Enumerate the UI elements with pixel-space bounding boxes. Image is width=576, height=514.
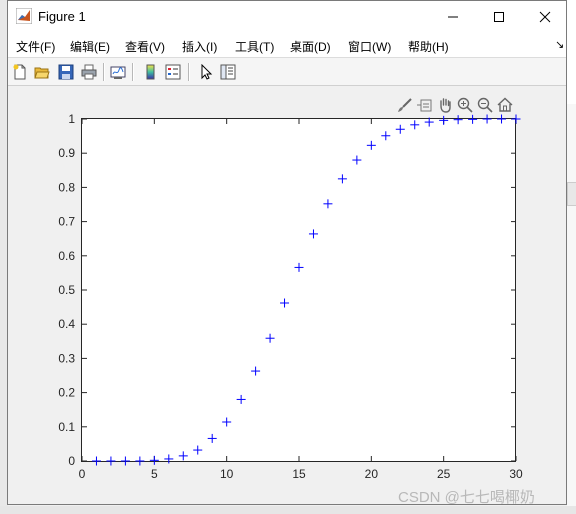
edit-plot-button[interactable] bbox=[196, 62, 216, 82]
menu-edit[interactable]: 编辑(E) bbox=[70, 38, 110, 55]
legend-button[interactable] bbox=[163, 62, 183, 82]
watermark-text: CSDN @七七喝椰奶 bbox=[398, 489, 535, 505]
toolbar-separator bbox=[103, 63, 105, 81]
maximize-button[interactable] bbox=[476, 1, 522, 32]
close-button[interactable] bbox=[522, 1, 566, 32]
toolbar-separator bbox=[188, 63, 190, 81]
property-inspector-icon bbox=[220, 64, 236, 80]
print-button[interactable] bbox=[79, 62, 99, 82]
menu-file[interactable]: 文件(F) bbox=[16, 38, 55, 55]
menu-insert[interactable]: 插入(I) bbox=[182, 38, 217, 55]
toolbar-separator bbox=[132, 63, 134, 81]
new-figure-button[interactable] bbox=[10, 62, 30, 82]
figure-toolbar bbox=[8, 57, 566, 86]
figure-window: Figure 1 文件(F) 编辑(E) 查看(V) 插入(I) 工具(T) 桌… bbox=[7, 0, 567, 505]
save-icon bbox=[58, 64, 74, 80]
y-tick-label: 0.5 bbox=[58, 283, 75, 297]
background-app-right bbox=[567, 0, 576, 514]
close-icon bbox=[539, 11, 551, 22]
y-tick-label: 0.1 bbox=[58, 420, 75, 434]
menu-bar: 文件(F) 编辑(E) 查看(V) 插入(I) 工具(T) 桌面(D) 窗口(W… bbox=[8, 32, 566, 57]
minimize-icon bbox=[448, 16, 458, 17]
property-inspector-button[interactable] bbox=[218, 62, 238, 82]
menu-help[interactable]: 帮助(H) bbox=[408, 38, 449, 55]
y-tick-label: 0.2 bbox=[58, 386, 75, 400]
colorbar-icon bbox=[146, 64, 155, 80]
y-tick-label: 0.7 bbox=[58, 215, 75, 229]
colorbar-button[interactable] bbox=[141, 62, 161, 82]
x-tick-label: 5 bbox=[151, 467, 158, 481]
link-plot-icon bbox=[110, 66, 126, 79]
print-icon bbox=[81, 64, 97, 80]
matlab-logo-icon bbox=[16, 8, 32, 24]
x-tick-label: 10 bbox=[220, 467, 234, 481]
new-figure-icon bbox=[13, 64, 26, 80]
y-tick-label: 0 bbox=[68, 454, 75, 468]
menu-desktop[interactable]: 桌面(D) bbox=[290, 38, 331, 55]
menu-view[interactable]: 查看(V) bbox=[125, 38, 165, 55]
title-bar[interactable]: Figure 1 bbox=[8, 1, 566, 32]
x-tick-label: 0 bbox=[79, 467, 86, 481]
menu-window[interactable]: 窗口(W) bbox=[348, 38, 391, 55]
legend-icon bbox=[165, 64, 181, 80]
open-file-button[interactable] bbox=[32, 62, 52, 82]
y-tick-label: 0.3 bbox=[58, 351, 75, 365]
axes-background bbox=[81, 118, 516, 462]
minimize-button[interactable] bbox=[430, 1, 476, 32]
x-tick-label: 20 bbox=[365, 467, 379, 481]
maximize-icon bbox=[494, 11, 504, 22]
x-tick-label: 30 bbox=[509, 467, 523, 481]
window-title: Figure 1 bbox=[38, 9, 86, 24]
edit-plot-icon bbox=[201, 64, 213, 80]
menu-dock-arrow-icon[interactable]: ↘ bbox=[555, 38, 564, 51]
x-tick-label: 15 bbox=[292, 467, 306, 481]
y-tick-label: 0.4 bbox=[58, 317, 75, 331]
y-tick-label: 1 bbox=[68, 112, 75, 126]
y-tick-label: 0.9 bbox=[58, 146, 75, 160]
save-button[interactable] bbox=[56, 62, 76, 82]
background-taskbar-strip bbox=[0, 506, 576, 514]
y-tick-label: 0.6 bbox=[58, 249, 75, 263]
menu-tools[interactable]: 工具(T) bbox=[235, 38, 274, 55]
plot-axes[interactable]: 0 0.1 0.2 0.3 0.4 0.5 0.6 0.7 0.8 0.9 1 0 5 10 15 20 25… bbox=[8, 86, 566, 505]
link-plot-button[interactable] bbox=[108, 62, 128, 82]
x-tick-label: 25 bbox=[437, 467, 451, 481]
y-tick-label: 0.8 bbox=[58, 180, 75, 194]
open-file-icon bbox=[34, 67, 50, 79]
